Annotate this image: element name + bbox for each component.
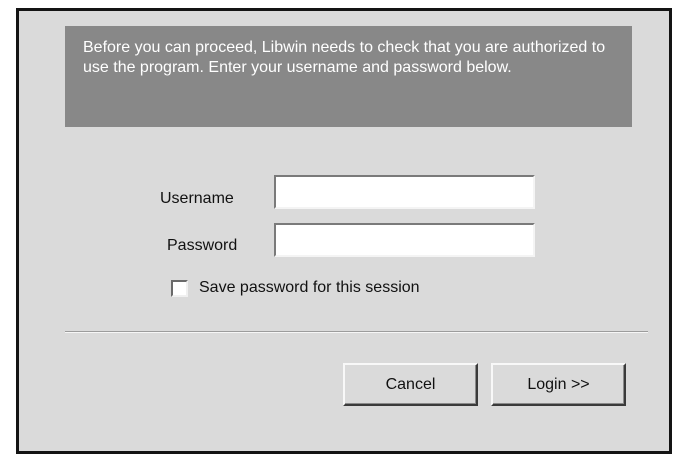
separator-line [65, 331, 648, 333]
authorization-notice: Before you can proceed, Libwin needs to … [65, 26, 632, 127]
password-label: Password [167, 237, 238, 254]
username-label: Username [160, 190, 234, 207]
save-password-label[interactable]: Save password for this session [199, 278, 420, 298]
password-input[interactable] [274, 223, 535, 257]
username-input[interactable] [274, 175, 535, 209]
login-button[interactable]: Login >> [491, 363, 626, 406]
authorization-notice-text: Before you can proceed, Libwin needs to … [83, 39, 606, 76]
save-password-checkbox[interactable] [171, 280, 188, 297]
cancel-button[interactable]: Cancel [343, 363, 478, 406]
login-dialog: Before you can proceed, Libwin needs to … [16, 8, 672, 454]
